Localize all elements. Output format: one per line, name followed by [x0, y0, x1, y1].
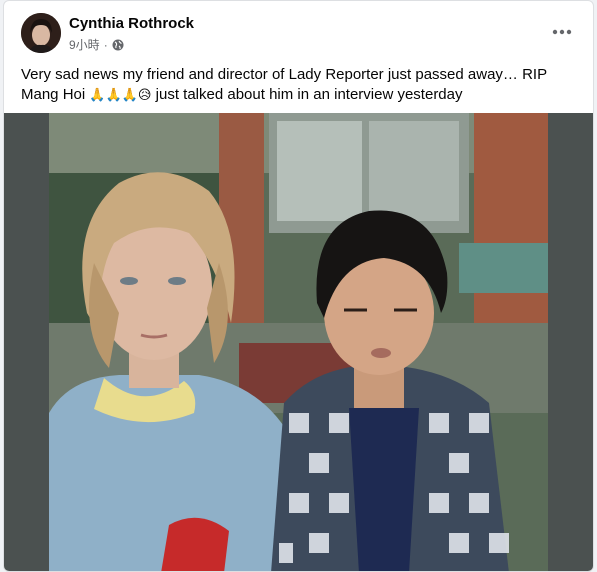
- globe-icon[interactable]: [112, 39, 124, 51]
- author-name[interactable]: Cynthia Rothrock: [69, 15, 194, 32]
- post-header: Cynthia Rothrock 9小時 ·: [4, 1, 593, 59]
- post-photo-container: [4, 113, 593, 571]
- post-text: Very sad news my friend and director of …: [21, 65, 581, 106]
- post-emojis: 🙏🙏🙏😥: [89, 88, 152, 103]
- post-timestamp[interactable]: 9小時: [69, 36, 100, 53]
- meta-separator: ·: [103, 37, 108, 52]
- post-photo[interactable]: [49, 113, 548, 571]
- more-options-icon: [552, 29, 572, 35]
- post-meta: 9小時 ·: [69, 36, 124, 53]
- more-options-button[interactable]: [545, 15, 579, 49]
- facebook-post: Cynthia Rothrock 9小時 · Very sad news my …: [3, 0, 594, 572]
- post-text-tail: just talked about him in an interview ye…: [151, 86, 463, 103]
- author-avatar[interactable]: [21, 13, 61, 53]
- avatar-photo: [21, 13, 61, 53]
- movie-still-image: [49, 113, 548, 571]
